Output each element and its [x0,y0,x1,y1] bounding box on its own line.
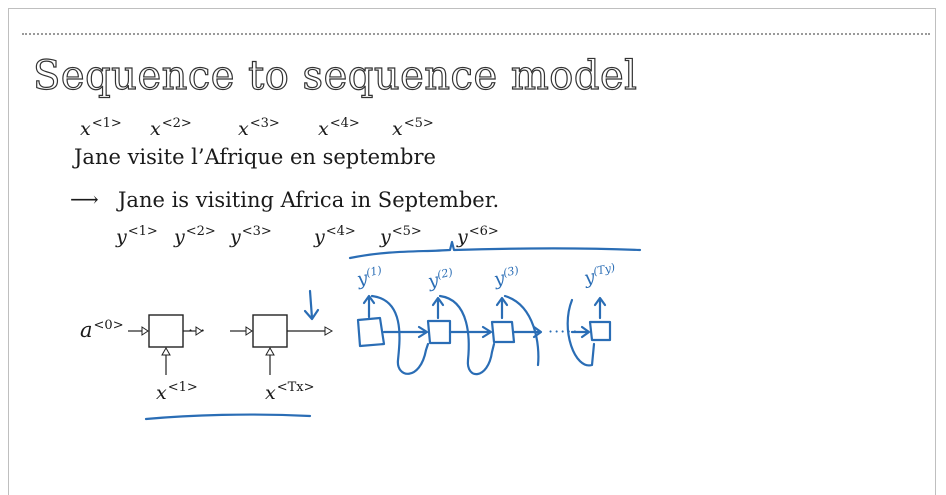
target-sentence: Jane is visiting Africa in September. [118,188,500,212]
source-label-5: x<5> [392,116,434,140]
source-label-1: x<1> [80,116,122,140]
header-divider [22,33,930,35]
target-label-6: y<6> [457,224,499,248]
encoder-input-tx: x<Tx> [265,380,315,404]
encoder-input-1: x<1> [156,380,198,404]
target-label-4: y<4> [314,224,356,248]
source-sentence: Jane visite l’Afrique en septembre [74,145,436,169]
target-label-1: y<1> [116,224,158,248]
source-label-4: x<4> [318,116,360,140]
encoder-ellipsis: ··· [188,321,207,340]
target-label-3: y<3> [230,224,272,248]
source-label-2: x<2> [150,116,192,140]
decoder-ellipsis: ····· [548,322,579,341]
slide-title: Sequence to sequence model [32,52,638,99]
arrow-icon: ⟶ [70,187,99,211]
target-label-2: y<2> [174,224,216,248]
target-label-5: y<5> [380,224,422,248]
initial-state-label: a<0> [80,318,124,342]
source-label-3: x<3> [238,116,280,140]
